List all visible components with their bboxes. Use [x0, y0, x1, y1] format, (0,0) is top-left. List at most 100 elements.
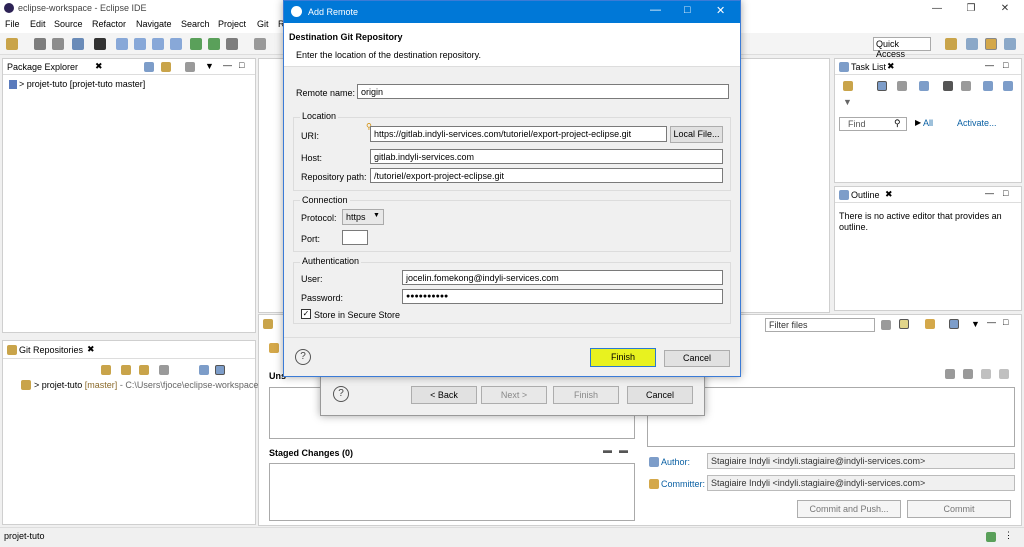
maximize-icon[interactable]: □	[1003, 317, 1008, 327]
uri-input[interactable]: https://gitlab.indyli-services.com/tutor…	[370, 126, 667, 142]
restore-icon[interactable]: ❐	[954, 0, 988, 17]
back-button[interactable]: < Back	[411, 386, 477, 404]
all-link[interactable]: All	[923, 118, 933, 128]
close-icon[interactable]: ✕	[988, 0, 1022, 17]
finish-button[interactable]: Finish	[590, 348, 656, 367]
scheduled-icon[interactable]	[897, 81, 907, 91]
create-repo-icon[interactable]	[139, 365, 149, 375]
repository-path-input[interactable]: /tutoriel/export-project-eclipse.git	[370, 168, 723, 183]
minimize-icon[interactable]: —	[920, 0, 954, 17]
presentation-icon[interactable]	[949, 319, 959, 329]
menu-source[interactable]: Source	[54, 19, 83, 29]
save-all-icon[interactable]	[52, 38, 64, 50]
user-input[interactable]: jocelin.fomekong@indyli-services.com	[402, 270, 723, 285]
collapse-icon[interactable]	[983, 81, 993, 91]
outline-tab[interactable]: Outline	[851, 190, 880, 200]
debug-perspective-icon[interactable]	[1004, 38, 1016, 50]
link-selection-icon[interactable]	[215, 365, 225, 375]
unstage-all-icon[interactable]: ▬	[619, 445, 628, 455]
menu-navigate[interactable]: Navigate	[136, 19, 172, 29]
cancel-button[interactable]: Cancel	[627, 386, 693, 404]
minimize-icon[interactable]: —	[985, 60, 994, 70]
git-repositories-tab[interactable]: Git Repositories	[19, 345, 83, 355]
port-input[interactable]	[342, 230, 368, 245]
filter-files-field[interactable]: Filter files	[765, 318, 875, 332]
new-task-icon[interactable]	[843, 81, 853, 91]
compare-mode-icon[interactable]	[899, 319, 909, 329]
change-id-icon[interactable]	[999, 369, 1009, 379]
clone-repo-icon[interactable]	[121, 365, 131, 375]
sign-icon[interactable]	[981, 369, 991, 379]
close-icon[interactable]: ✖	[87, 344, 95, 355]
git-perspective-icon[interactable]	[985, 38, 997, 50]
hide-completed-icon[interactable]	[943, 81, 953, 91]
view-menu-icon[interactable]: ▼	[205, 61, 214, 71]
amend-icon[interactable]	[945, 369, 955, 379]
view-menu-icon[interactable]: ▼	[971, 319, 980, 329]
repository-icon[interactable]	[925, 319, 935, 329]
refresh-icon[interactable]	[159, 365, 169, 375]
menu-project[interactable]: Project	[218, 19, 246, 29]
help-icon[interactable]: ?	[333, 386, 349, 402]
protocol-select[interactable]: https ▼	[342, 209, 384, 225]
cancel-button[interactable]: Cancel	[664, 350, 730, 367]
java-perspective-icon[interactable]	[966, 38, 978, 50]
git-pull-icon[interactable]	[116, 38, 128, 50]
more-icon[interactable]: ⋮	[1004, 530, 1013, 541]
save-icon[interactable]	[34, 38, 46, 50]
author-field[interactable]: Stagiaire Indyli <indyli.stagiaire@indyl…	[707, 453, 1015, 469]
next-icon[interactable]: ▶	[915, 118, 921, 127]
menu-refactor[interactable]: Refactor	[92, 19, 126, 29]
task-list-tab[interactable]: Task List	[851, 62, 886, 72]
new-icon[interactable]	[6, 38, 18, 50]
package-explorer-tab[interactable]: Package Explorer	[7, 62, 78, 72]
maximize-icon[interactable]: □	[239, 60, 244, 70]
task-find-field[interactable]: Find ⚲	[839, 117, 907, 131]
menu-git[interactable]: Git	[257, 19, 269, 29]
collapse-all-icon[interactable]	[199, 365, 209, 375]
maximize-icon[interactable]: □	[684, 4, 691, 16]
filters-icon[interactable]	[185, 62, 195, 72]
sync-icon[interactable]	[961, 81, 971, 91]
quick-access-field[interactable]: Quick Access	[873, 37, 931, 59]
remote-name-input[interactable]: origin	[357, 84, 729, 99]
next-button[interactable]: Next >	[481, 386, 547, 404]
git-sync-icon[interactable]	[170, 38, 182, 50]
minimize-icon[interactable]: —	[223, 60, 232, 70]
commit-and-push-button[interactable]: Commit and Push...	[797, 500, 901, 518]
maximize-icon[interactable]: □	[1003, 188, 1008, 198]
password-input[interactable]: ●●●●●●●●●●	[402, 289, 723, 304]
activate-link[interactable]: Activate...	[957, 118, 997, 128]
minimize-icon[interactable]: —	[650, 4, 661, 16]
collapse-all-icon[interactable]	[144, 62, 154, 72]
help-icon[interactable]: ?	[295, 349, 311, 365]
debug-icon[interactable]	[208, 38, 220, 50]
committer-field[interactable]: Stagiaire Indyli <indyli.stagiaire@indyl…	[707, 475, 1015, 491]
finish-button[interactable]: Finish	[553, 386, 619, 404]
unstage-icon[interactable]: ▬	[603, 445, 612, 455]
close-icon[interactable]: ✖	[887, 61, 895, 72]
repository-item[interactable]: > projet-tuto [master] - C:\Users\fjoce\…	[34, 380, 258, 390]
progress-icon[interactable]	[986, 532, 996, 542]
minimize-icon[interactable]: —	[985, 188, 994, 198]
add-repo-icon[interactable]	[101, 365, 111, 375]
menu-search[interactable]: Search	[181, 19, 210, 29]
committer-label[interactable]: Committer:	[661, 479, 705, 489]
link-editor-icon[interactable]	[161, 62, 171, 72]
categorized-icon[interactable]	[877, 81, 887, 91]
skip-breakpoints-icon[interactable]	[94, 38, 106, 50]
maximize-icon[interactable]: □	[1003, 60, 1008, 70]
local-file-button[interactable]: Local File...	[670, 126, 723, 143]
focus-icon[interactable]	[919, 81, 929, 91]
commit-button[interactable]: Commit	[907, 500, 1011, 518]
menu-edit[interactable]: Edit	[30, 19, 46, 29]
minimize-icon[interactable]: —	[987, 317, 996, 327]
git-push-icon[interactable]	[134, 38, 146, 50]
refresh-icon[interactable]	[881, 320, 891, 330]
expand-icon[interactable]	[1003, 81, 1013, 91]
run-icon[interactable]	[190, 38, 202, 50]
close-icon[interactable]: ✕	[716, 4, 725, 17]
staged-list[interactable]	[269, 463, 635, 521]
view-menu-icon[interactable]: ▼	[843, 97, 852, 107]
signed-off-icon[interactable]	[963, 369, 973, 379]
